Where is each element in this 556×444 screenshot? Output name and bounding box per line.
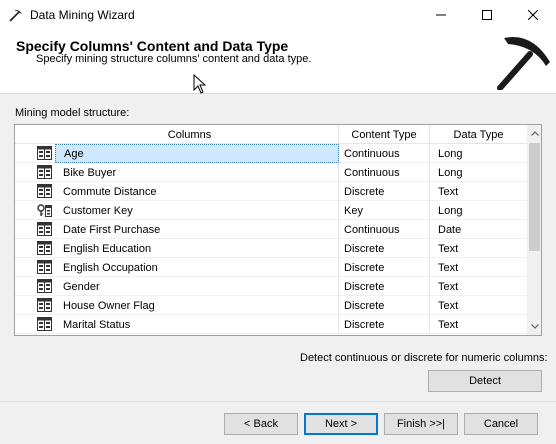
column-name-cell[interactable]: English Education	[55, 239, 339, 258]
data-type-cell[interactable]: Text	[430, 239, 527, 258]
column-name-cell[interactable]: Age	[55, 144, 339, 163]
column-icon	[37, 298, 52, 315]
column-icon	[37, 260, 52, 277]
columns-grid[interactable]: Columns Content Type Data Type Age Contin…	[14, 124, 542, 336]
table-row[interactable]: Marital Status Discrete Text	[15, 315, 527, 334]
next-button[interactable]: Next >	[304, 413, 378, 435]
detect-label: Detect continuous or discrete for numeri…	[300, 352, 548, 364]
row-icon-cell	[15, 163, 55, 182]
content-type-cell[interactable]: Discrete	[339, 296, 430, 315]
wizard-icon	[9, 9, 22, 22]
back-button[interactable]: < Back	[224, 413, 298, 435]
content-type-cell[interactable]: Discrete	[339, 258, 430, 277]
data-type-cell[interactable]: Text	[430, 315, 527, 334]
column-icon	[37, 222, 52, 239]
wizard-header: Specify Columns' Content and Data Type S…	[0, 30, 556, 94]
column-icon	[37, 184, 52, 201]
content-type-cell[interactable]: Continuous	[339, 220, 430, 239]
minimize-icon	[436, 14, 446, 16]
data-type-cell[interactable]: Long	[430, 201, 527, 220]
data-type-cell[interactable]: Text	[430, 258, 527, 277]
column-icon	[37, 146, 52, 163]
data-type-cell[interactable]: Long	[430, 163, 527, 182]
row-icon-cell	[15, 201, 55, 220]
table-row[interactable]: Bike Buyer Continuous Long	[15, 163, 527, 182]
detect-button[interactable]: Detect	[428, 370, 542, 392]
maximize-icon	[482, 10, 492, 20]
content-type-cell[interactable]: Discrete	[339, 315, 430, 334]
content-type-cell[interactable]: Discrete	[339, 239, 430, 258]
header-data-type[interactable]: Data Type	[430, 125, 527, 144]
row-icon-cell	[15, 144, 55, 163]
row-icon-cell	[15, 315, 55, 334]
content-type-cell[interactable]: Continuous	[339, 144, 430, 163]
data-type-cell[interactable]: Long	[430, 144, 527, 163]
data-type-cell[interactable]: Date	[430, 220, 527, 239]
data-type-cell[interactable]: Text	[430, 277, 527, 296]
table-row[interactable]: English Education Discrete Text	[15, 239, 527, 258]
column-icon	[37, 241, 52, 258]
data-type-cell[interactable]: Text	[430, 296, 527, 315]
table-row[interactable]: Commute Distance Discrete Text	[15, 182, 527, 201]
row-icon-cell	[15, 277, 55, 296]
content-type-cell[interactable]: Continuous	[339, 163, 430, 182]
page-subtitle: Specify mining structure columns' conten…	[36, 53, 312, 65]
maximize-button[interactable]	[464, 0, 510, 30]
row-icon-cell	[15, 220, 55, 239]
row-icon-cell	[15, 182, 55, 201]
column-icon	[37, 317, 52, 334]
table-row[interactable]: Gender Discrete Text	[15, 277, 527, 296]
column-name-cell[interactable]: Bike Buyer	[55, 163, 339, 182]
pickaxe-icon	[497, 37, 550, 90]
table-row[interactable]: House Owner Flag Discrete Text	[15, 296, 527, 315]
column-name-cell[interactable]: Commute Distance	[55, 182, 339, 201]
content-type-cell[interactable]: Key	[339, 201, 430, 220]
column-name-cell[interactable]: English Occupation	[55, 258, 339, 277]
column-name-cell[interactable]: Date First Purchase	[55, 220, 339, 239]
window-title: Data Mining Wizard	[30, 8, 135, 22]
column-name-cell[interactable]: Gender	[55, 277, 339, 296]
close-icon	[528, 10, 538, 20]
minimize-button[interactable]	[418, 0, 464, 30]
close-button[interactable]	[510, 0, 556, 30]
table-row[interactable]: Customer Key Key Long	[15, 201, 527, 220]
structure-label: Mining model structure:	[15, 107, 130, 119]
grid-header: Columns Content Type Data Type	[15, 125, 527, 144]
data-type-cell[interactable]: Text	[430, 182, 527, 201]
column-name-cell[interactable]: Marital Status	[55, 315, 339, 334]
scroll-up-button[interactable]	[527, 125, 541, 142]
header-spacer	[15, 125, 41, 144]
scroll-thumb[interactable]	[529, 143, 540, 251]
vertical-scrollbar[interactable]	[527, 125, 541, 335]
table-row[interactable]: Age Continuous Long	[15, 144, 527, 163]
footer-divider	[0, 401, 556, 402]
chevron-up-icon	[530, 131, 539, 136]
chevron-down-icon	[530, 324, 539, 329]
scroll-down-button[interactable]	[527, 318, 541, 335]
row-icon-cell	[15, 296, 55, 315]
column-icon	[37, 279, 52, 296]
mouse-cursor-icon	[193, 74, 207, 94]
row-icon-cell	[15, 258, 55, 277]
cancel-button[interactable]: Cancel	[464, 413, 538, 435]
grid-body: Age Continuous Long Bike Buyer Continuous Lon…	[15, 144, 527, 334]
header-columns[interactable]: Columns	[41, 125, 339, 144]
content-type-cell[interactable]: Discrete	[339, 277, 430, 296]
row-icon-cell	[15, 239, 55, 258]
column-name-cell[interactable]: Customer Key	[55, 201, 339, 220]
page-title: Specify Columns' Content and Data Type	[16, 38, 289, 54]
content-type-cell[interactable]: Discrete	[339, 182, 430, 201]
column-icon	[37, 165, 52, 182]
table-row[interactable]: Date First Purchase Continuous Date	[15, 220, 527, 239]
header-content-type[interactable]: Content Type	[339, 125, 430, 144]
finish-button[interactable]: Finish >>|	[384, 413, 458, 435]
table-row[interactable]: English Occupation Discrete Text	[15, 258, 527, 277]
column-name-cell[interactable]: House Owner Flag	[55, 296, 339, 315]
key-column-icon	[37, 203, 52, 220]
title-bar: Data Mining Wizard	[0, 0, 556, 30]
